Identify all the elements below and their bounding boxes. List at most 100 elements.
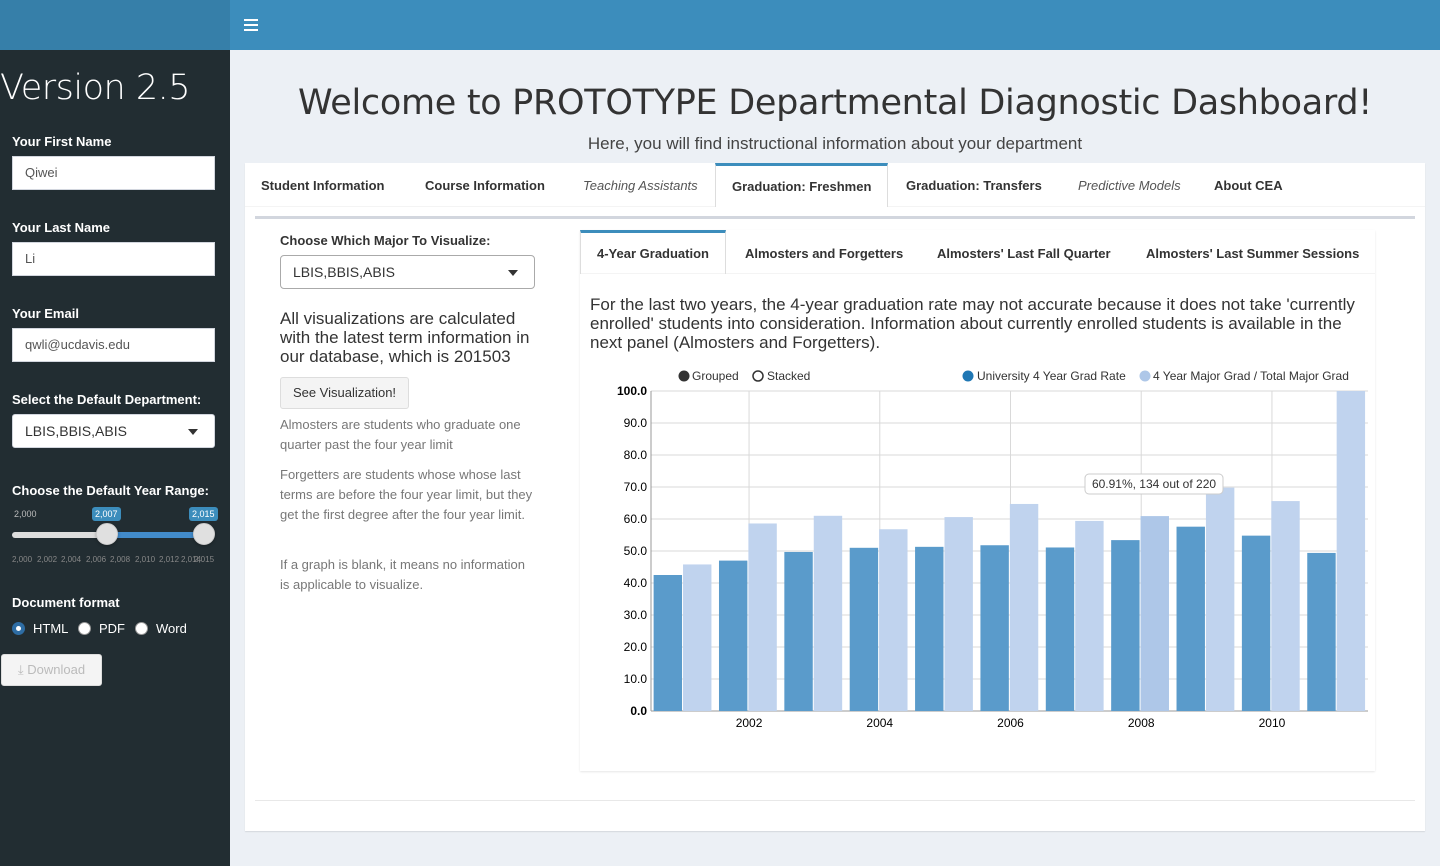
- tab-predictive-models[interactable]: Predictive Models: [1062, 163, 1197, 207]
- help-text-forgetters: Forgetters are students whose whose last…: [280, 467, 533, 522]
- y-tick-label: 20.0: [624, 640, 648, 654]
- grouped-radio-icon[interactable]: [678, 370, 690, 382]
- y-tick-label: 100.0: [617, 384, 647, 398]
- format-radio-html[interactable]: HTML: [12, 621, 68, 636]
- tab-almosters-last-summer[interactable]: Almosters' Last Summer Sessions: [1130, 230, 1375, 274]
- first-name-input[interactable]: Qiwei: [12, 156, 215, 190]
- legend-item[interactable]: University 4 Year Grad Rate: [977, 369, 1126, 383]
- content-top-border: [255, 216, 1415, 219]
- download-button[interactable]: ⤓ Download: [1, 654, 102, 686]
- bar: [1140, 516, 1169, 711]
- tab-4-year-graduation[interactable]: 4-Year Graduation: [580, 230, 726, 274]
- help-text-blank-graph: If a graph is blank, it means no informa…: [280, 557, 525, 592]
- grouped-control[interactable]: Grouped: [692, 369, 739, 383]
- y-tick-label: 70.0: [624, 480, 648, 494]
- sidebar: Version 2.5 Your First Name Qiwei Your L…: [0, 50, 230, 866]
- tab-almosters-last-fall[interactable]: Almosters' Last Fall Quarter: [921, 230, 1127, 274]
- legend-swatch[interactable]: [1139, 370, 1151, 382]
- format-label: Word: [156, 621, 187, 636]
- email-input[interactable]: qwli@ucdavis.edu: [12, 328, 215, 362]
- format-radio-word[interactable]: Word: [135, 621, 187, 636]
- see-visualization-button[interactable]: See Visualization!: [280, 377, 409, 409]
- first-name-label: Your First Name: [12, 134, 112, 149]
- content-bottom-border: [255, 800, 1415, 801]
- slider-range-bar: [106, 532, 203, 538]
- bar: [1307, 552, 1336, 711]
- bar: [1176, 526, 1205, 711]
- help-text-almosters: Almosters are students who graduate one …: [280, 417, 521, 452]
- graduation-note: For the last two years, the 4-year gradu…: [590, 295, 1355, 352]
- page-title: Welcome to PROTOTYPE Departmental Diagno…: [298, 83, 1372, 123]
- legend-item[interactable]: 4 Year Major Grad / Total Major Grad: [1153, 369, 1349, 383]
- slider-tick: 2,006: [86, 555, 107, 564]
- slider-tick: 2,002: [37, 555, 58, 564]
- slider-to-label: 2,015: [189, 507, 218, 521]
- radio-unchecked-icon: [135, 622, 148, 635]
- last-name-input[interactable]: Li: [12, 242, 215, 276]
- slider-from-handle[interactable]: [96, 523, 118, 545]
- department-value: LBIS,BBIS,ABIS: [25, 423, 127, 439]
- legend-swatch[interactable]: [962, 370, 974, 382]
- bar: [1205, 487, 1235, 711]
- y-tick-label: 30.0: [624, 608, 648, 622]
- slider-tick: 2,000: [12, 555, 33, 564]
- page-subtitle: Here, you will find instructional inform…: [587, 134, 1083, 153]
- tab-course-information[interactable]: Course Information: [409, 163, 561, 207]
- major-select[interactable]: LBIS,BBIS,ABIS: [280, 255, 535, 289]
- info-text: All visualizations are calculated with t…: [280, 309, 530, 366]
- last-name-label: Your Last Name: [12, 220, 111, 235]
- bar: [1336, 391, 1366, 711]
- bar: [653, 575, 683, 711]
- bar: [1045, 547, 1075, 711]
- stacked-radio-icon[interactable]: [752, 370, 764, 382]
- department-label: Select the Default Department:: [12, 392, 202, 407]
- x-tick-label: 2010: [1259, 716, 1286, 730]
- tab-graduation-transfers[interactable]: Graduation: Transfers: [890, 163, 1058, 207]
- stacked-control[interactable]: Stacked: [767, 369, 810, 383]
- tab-almosters-forgetters[interactable]: Almosters and Forgetters: [729, 230, 919, 274]
- graduation-bar-chart: Grouped Stacked University 4 Year Grad R…: [617, 369, 1368, 730]
- bar: [718, 560, 748, 711]
- slider-to-handle[interactable]: [193, 523, 215, 545]
- format-label: HTML: [33, 621, 69, 636]
- download-label: Download: [27, 662, 86, 677]
- email-label: Your Email: [12, 306, 79, 321]
- version-title: Version 2.5: [0, 68, 191, 108]
- slider-tick: 2,015: [194, 555, 215, 564]
- bar: [915, 546, 944, 711]
- tab-student-information[interactable]: Student Information: [245, 163, 401, 207]
- radio-unchecked-icon: [78, 622, 91, 635]
- x-tick-label: 2002: [736, 716, 763, 730]
- major-value: LBIS,BBIS,ABIS: [293, 264, 395, 280]
- year-range-slider[interactable]: 2,000 2,007 2,015 2,000 2,002 2,004 2,00…: [12, 505, 218, 575]
- y-tick-label: 90.0: [624, 416, 648, 430]
- bar: [683, 564, 712, 711]
- doc-format-label: Document format: [12, 595, 120, 610]
- department-select[interactable]: LBIS,BBIS,ABIS: [12, 414, 215, 448]
- tab-graduation-freshmen[interactable]: Graduation: Freshmen: [715, 163, 889, 207]
- slider-tick: 2,004: [61, 555, 82, 564]
- download-icon: ⤓: [17, 662, 24, 677]
- logo-bar: [0, 0, 230, 50]
- bar: [1009, 503, 1039, 711]
- y-tick-label: 10.0: [624, 672, 648, 686]
- x-tick-label: 2006: [997, 716, 1024, 730]
- menu-toggle-icon[interactable]: [244, 15, 258, 35]
- radio-checked-icon: [12, 622, 25, 635]
- bar: [1111, 540, 1140, 711]
- top-navbar: [230, 0, 1440, 50]
- y-tick-label: 60.0: [624, 512, 648, 526]
- tab-teaching-assistants[interactable]: Teaching Assistants: [567, 163, 714, 207]
- y-tick-label: 50.0: [624, 544, 648, 558]
- tab-about-cea[interactable]: About CEA: [1198, 163, 1299, 207]
- bar: [748, 523, 777, 711]
- slider-min-label: 2,000: [14, 509, 37, 519]
- format-radio-pdf[interactable]: PDF: [78, 621, 125, 636]
- chart-tooltip: 60.91%, 134 out of 220: [1084, 473, 1224, 495]
- bar: [879, 529, 908, 711]
- y-tick-label: 40.0: [624, 576, 648, 590]
- tooltip-text: 60.91%, 134 out of 220: [1092, 477, 1216, 491]
- x-tick-label: 2004: [866, 716, 893, 730]
- major-select-label: Choose Which Major To Visualize:: [280, 233, 491, 248]
- bar: [849, 547, 879, 711]
